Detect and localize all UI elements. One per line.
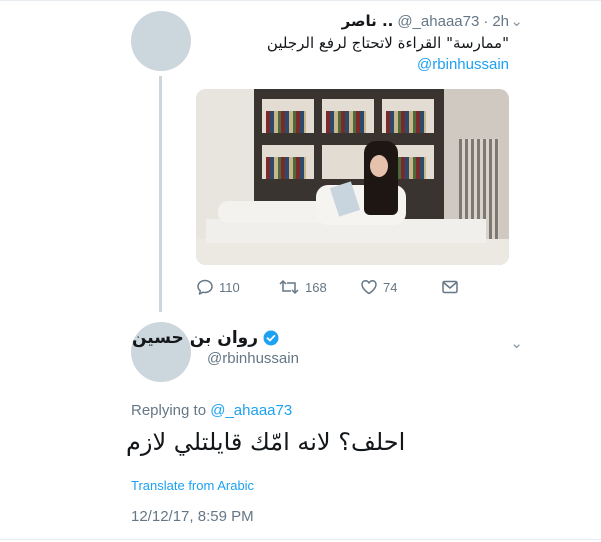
tweet-text: "ممارسة" القراءة لاتحتاج لرفع الرجلين [266, 34, 509, 52]
avatar[interactable] [131, 11, 191, 71]
like-button[interactable]: 74 [360, 278, 397, 296]
display-name[interactable]: ناصر .. [342, 12, 394, 30]
tweet-header: ناصر .. @_ahaaa73 · 2h [342, 12, 509, 30]
tweet-timestamp[interactable]: 12/12/17, 8:59 PM [131, 508, 254, 525]
envelope-icon [442, 280, 458, 294]
reply-button[interactable]: 110 [196, 278, 240, 296]
like-count: 74 [383, 279, 398, 295]
reply-count: 110 [219, 279, 240, 295]
thread-connector-line [159, 76, 162, 312]
photo-books [266, 157, 306, 179]
replying-to-label: Replying to [131, 402, 207, 419]
handle[interactable]: @_ahaaa73 [397, 13, 479, 30]
separator-dot: · [483, 13, 489, 30]
chevron-down-icon[interactable]: ⌄ [510, 12, 523, 30]
photo-person-hair [364, 141, 398, 215]
display-name-row: روان بن حسين [132, 328, 279, 348]
heart-icon [361, 280, 377, 295]
reply-icon [197, 279, 213, 295]
retweet-count: 168 [305, 279, 327, 295]
handle[interactable]: @rbinhussain [207, 350, 299, 367]
tweet-photo[interactable] [196, 89, 509, 265]
verified-badge-icon [263, 330, 279, 346]
retweet-icon [279, 279, 299, 295]
replying-to-mention[interactable]: @_ahaaa73 [210, 402, 292, 419]
photo-books [386, 111, 426, 133]
tweet-text: احلف؟ لانه امّك قايلتلي لازم [126, 428, 406, 456]
replying-to-line: Replying to @_ahaaa73 [131, 402, 292, 419]
direct-message-button[interactable] [441, 278, 459, 296]
photo-books [266, 111, 306, 133]
mention-link[interactable]: @rbinhussain [417, 56, 509, 73]
photo-books [326, 111, 366, 133]
bottom-divider [0, 539, 601, 540]
photo-person-legs [218, 201, 328, 223]
chevron-down-icon[interactable]: ⌄ [510, 334, 523, 352]
retweet-button[interactable]: 168 [278, 278, 327, 296]
top-divider [0, 0, 601, 1]
photo-person-face [370, 155, 388, 177]
translate-link[interactable]: Translate from Arabic [131, 478, 254, 493]
tweet-time[interactable]: 2h [492, 13, 509, 30]
display-name[interactable]: روان بن حسين [132, 328, 258, 348]
